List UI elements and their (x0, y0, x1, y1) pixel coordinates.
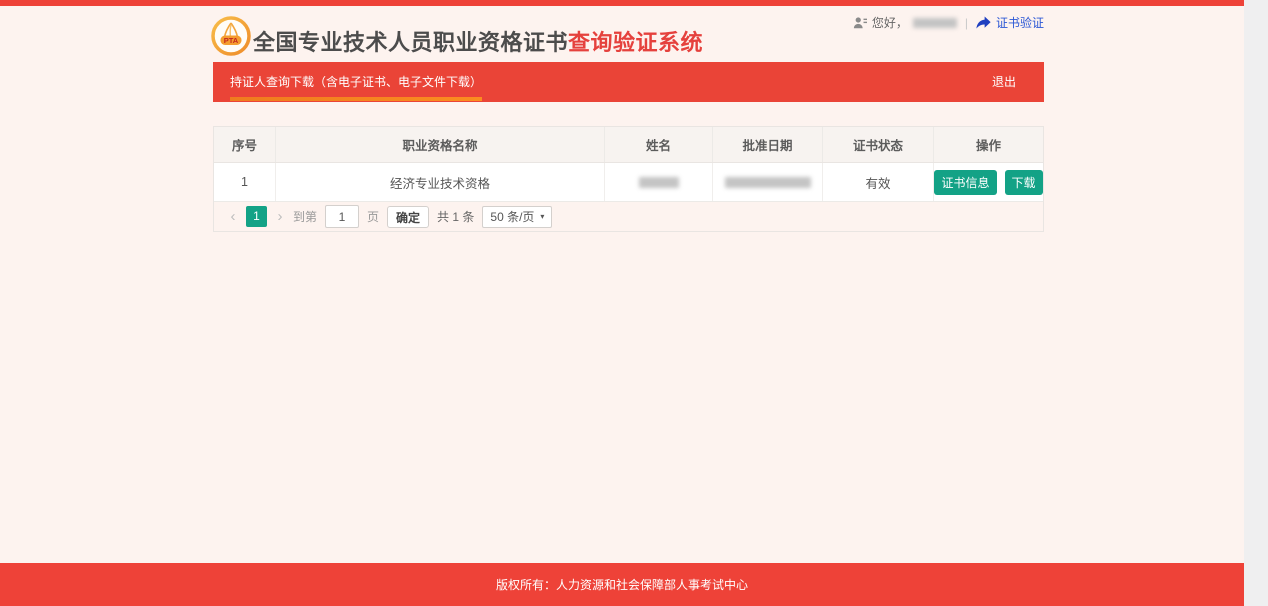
svg-text:PTA: PTA (224, 36, 239, 45)
page-title-accent: 查询验证系统 (568, 30, 703, 55)
cell-status: 有效 (823, 163, 934, 201)
col-header-status: 证书状态 (823, 127, 934, 162)
pta-logo: PTA (211, 16, 251, 56)
user-icon (853, 16, 867, 30)
redacted-holder-name (639, 177, 679, 188)
next-page-button[interactable]: › (275, 206, 285, 227)
cell-name (605, 163, 713, 201)
site-header: PTA 全国专业技术人员职业资格证书查询验证系统 您好， | 证书验证 (213, 0, 1044, 62)
cell-actions: 证书信息 下载 (934, 163, 1043, 201)
separator: | (965, 16, 968, 30)
redacted-approval-date (725, 177, 811, 188)
copyright-text: 版权所有：人力资源和社会保障部人事考试中心 (496, 576, 748, 593)
results-panel: 序号 职业资格名称 姓名 批准日期 证书状态 操作 1 经济专业技术资格 有效 … (213, 126, 1044, 232)
redacted-username (913, 18, 957, 28)
page-content: PTA 全国专业技术人员职业资格证书查询验证系统 您好， | 证书验证 (213, 0, 1044, 62)
certificate-info-button[interactable]: 证书信息 (934, 170, 996, 195)
chevron-down-icon: ▾ (540, 212, 544, 221)
share-arrow-icon (976, 16, 991, 29)
page-size-select[interactable]: 50 条/页 ▾ (482, 206, 552, 228)
active-tab-indicator (230, 97, 482, 101)
footer-bar: 版权所有：人力资源和社会保障部人事考试中心 (0, 563, 1244, 606)
col-header-name: 姓名 (605, 127, 713, 162)
page-title: 全国专业技术人员职业资格证书查询验证系统 (253, 25, 703, 57)
confirm-button[interactable]: 确定 (387, 206, 429, 228)
page-1-button[interactable]: 1 (246, 206, 267, 227)
goto-page-input[interactable] (325, 205, 359, 228)
col-header-qualification: 职业资格名称 (276, 127, 605, 162)
nav-bar: 持证人查询下载（含电子证书、电子文件下载） 退出 (213, 62, 1044, 102)
download-button[interactable]: 下载 (1005, 170, 1043, 195)
cell-qualification: 经济专业技术资格 (276, 163, 605, 201)
user-greeting: 您好， | 证书验证 (853, 14, 1044, 31)
logout-button[interactable]: 退出 (992, 62, 1016, 102)
page-label: 页 (367, 208, 379, 225)
cell-approval-date (713, 163, 823, 201)
pta-logo-icon: PTA (211, 16, 251, 56)
scrollbar-track (1244, 0, 1268, 606)
col-header-actions: 操作 (934, 127, 1043, 162)
tab-holder-query-download[interactable]: 持证人查询下载（含电子证书、电子文件下载） (230, 62, 482, 102)
col-header-index: 序号 (214, 127, 276, 162)
col-header-approval-date: 批准日期 (713, 127, 823, 162)
table-row: 1 经济专业技术资格 有效 证书信息 下载 (214, 163, 1043, 202)
certificate-verify-link[interactable]: 证书验证 (996, 14, 1044, 31)
greeting-label: 您好， (872, 14, 908, 31)
total-count: 共 1 条 (437, 208, 474, 225)
pagination: ‹ 1 › 到第 页 确定 共 1 条 50 条/页 ▾ (214, 202, 1043, 231)
prev-page-button[interactable]: ‹ (228, 206, 238, 227)
goto-label: 到第 (293, 208, 317, 225)
table-header-row: 序号 职业资格名称 姓名 批准日期 证书状态 操作 (214, 127, 1043, 163)
screen: PTA 全国专业技术人员职业资格证书查询验证系统 您好， | 证书验证 (0, 0, 1268, 606)
tab-label: 持证人查询下载（含电子证书、电子文件下载） (230, 75, 482, 89)
page-size-value: 50 条/页 (490, 208, 534, 225)
page-title-main: 全国专业技术人员职业资格证书 (253, 30, 568, 55)
cell-index: 1 (214, 163, 276, 201)
